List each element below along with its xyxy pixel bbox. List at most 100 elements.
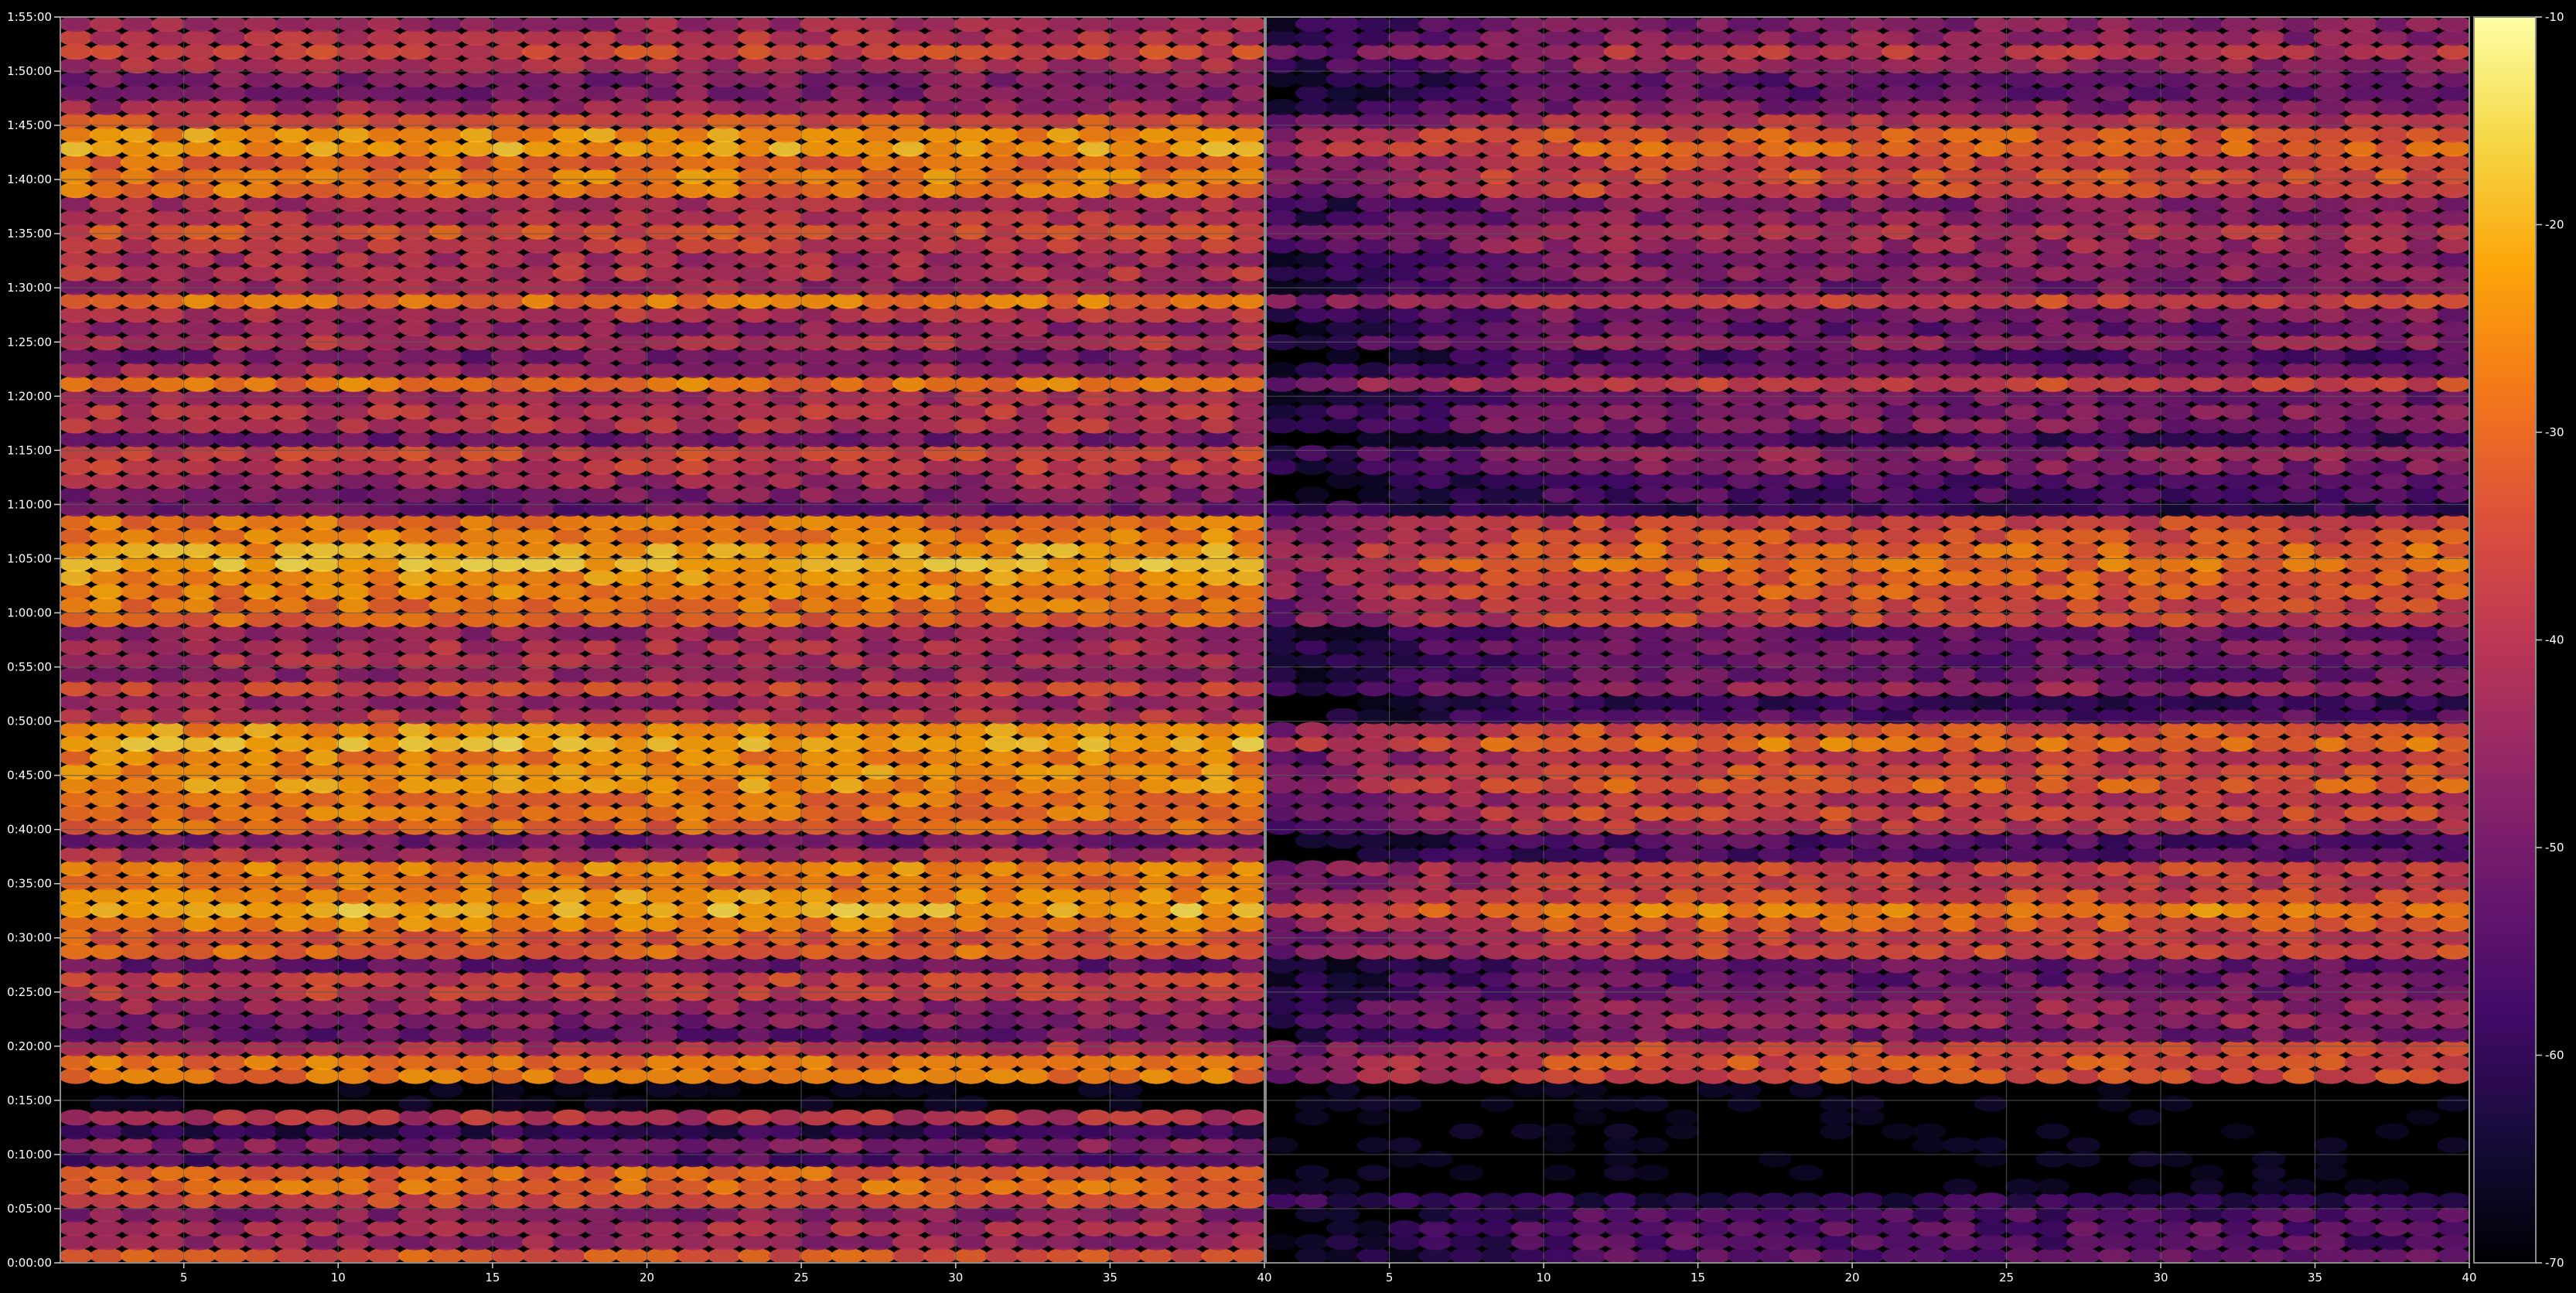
heatmap-cell	[1108, 376, 1143, 392]
heatmap-cell	[2344, 971, 2379, 988]
heatmap-cell	[954, 846, 988, 863]
heatmap-cell	[1139, 777, 1174, 793]
heatmap-cell	[336, 804, 371, 821]
heatmap-cell	[1758, 888, 1793, 905]
heatmap-cell	[182, 292, 217, 309]
heatmap-cell	[1015, 611, 1050, 628]
heatmap-cell	[151, 431, 186, 448]
heatmap-cell	[1356, 666, 1391, 683]
heatmap-cell	[862, 1123, 896, 1140]
heatmap-cell	[2344, 916, 2379, 932]
heatmap-cell	[521, 154, 556, 171]
heatmap-cell	[1356, 1247, 1391, 1263]
heatmap-cell	[305, 527, 340, 544]
heatmap-cell	[460, 1054, 494, 1070]
heatmap-cell	[367, 140, 402, 157]
heatmap-cell	[1387, 1233, 1422, 1250]
heatmap-cell	[954, 1012, 988, 1029]
heatmap-cell	[769, 694, 804, 711]
heatmap-cell	[1046, 112, 1081, 129]
heatmap-cell	[1480, 749, 1515, 766]
heatmap-cell	[336, 611, 371, 628]
heatmap-cell	[984, 874, 1019, 891]
heatmap-cell	[2251, 888, 2286, 905]
heatmap-cell	[182, 251, 217, 268]
heatmap-cell	[676, 237, 711, 254]
heatmap-cell	[336, 140, 371, 157]
heatmap-cell	[1139, 445, 1174, 462]
heatmap-cell	[923, 694, 957, 711]
heatmap-cell	[120, 98, 155, 115]
heatmap-cell	[1511, 846, 1546, 863]
heatmap-cell	[460, 998, 494, 1015]
heatmap-cell	[1974, 874, 2008, 891]
heatmap-cell	[1108, 846, 1143, 863]
heatmap-cell	[1511, 722, 1546, 739]
heatmap-cell	[2189, 1165, 2224, 1182]
heatmap-cell	[2035, 666, 2070, 683]
heatmap-cell	[769, 1137, 804, 1154]
heatmap-cell	[984, 376, 1019, 392]
heatmap-cell	[892, 1151, 926, 1168]
heatmap-cell	[1077, 112, 1112, 129]
heatmap-cell	[1139, 569, 1174, 586]
heatmap-cell	[769, 223, 804, 240]
heatmap-cell	[862, 971, 896, 988]
heatmap-cell	[367, 527, 402, 544]
heatmap-cell	[954, 85, 988, 101]
heatmap-cell	[1665, 680, 1700, 697]
heatmap-cell	[984, 1220, 1019, 1237]
heatmap-cell	[769, 168, 804, 185]
heatmap-cell	[429, 182, 463, 199]
heatmap-cell	[1480, 1040, 1515, 1056]
heatmap-cell	[1232, 348, 1264, 364]
heatmap-cell	[151, 182, 186, 199]
heatmap-cell	[2375, 694, 2410, 711]
heatmap-cell	[305, 680, 340, 697]
heatmap-cell	[275, 832, 309, 849]
heatmap-cell	[583, 763, 618, 780]
heatmap-cell	[460, 818, 494, 835]
heatmap-cell	[1943, 1012, 1977, 1029]
heatmap-cell	[1974, 639, 2008, 655]
heatmap-cell	[738, 445, 773, 462]
heatmap-cell	[2251, 832, 2286, 849]
heatmap-cell	[1851, 1040, 1885, 1056]
heatmap-cell	[1326, 984, 1360, 1001]
heatmap-cell	[336, 1151, 371, 1168]
heatmap-cell	[1046, 251, 1081, 268]
heatmap-cell	[182, 362, 217, 378]
heatmap-cell	[1201, 320, 1236, 337]
heatmap-cell	[862, 943, 896, 960]
heatmap-cell	[1139, 196, 1174, 213]
heatmap-cell	[1665, 846, 1700, 863]
heatmap-cell	[800, 653, 834, 669]
heatmap-cell	[1665, 1012, 1700, 1029]
heatmap-cell	[213, 1151, 247, 1168]
heatmap-cell	[336, 486, 371, 503]
heatmap-cell	[398, 998, 433, 1015]
heatmap-cell	[583, 527, 618, 544]
heatmap-cell	[1077, 1040, 1112, 1056]
heatmap-cell	[1015, 583, 1050, 600]
heatmap-cell	[2189, 1040, 2224, 1056]
heatmap-cell	[769, 639, 804, 655]
heatmap-cell	[1108, 210, 1143, 226]
heatmap-cell	[398, 597, 433, 614]
heatmap-cell	[120, 916, 155, 932]
heatmap-cell	[2128, 916, 2163, 932]
heatmap-cell	[275, 1247, 309, 1263]
heatmap-cell	[614, 943, 649, 960]
heatmap-cell	[738, 196, 773, 213]
heatmap-cell	[831, 140, 865, 157]
heatmap-cell	[1232, 445, 1264, 462]
heatmap-cell	[2344, 694, 2379, 711]
heatmap-cell	[2128, 749, 2163, 766]
heatmap-cell	[738, 1026, 773, 1043]
heatmap-cell	[2159, 1067, 2193, 1084]
heatmap-cell	[89, 694, 124, 711]
heatmap-cell	[583, 888, 618, 905]
heatmap-cell	[1912, 998, 1947, 1015]
heatmap-cell	[2313, 1247, 2348, 1263]
heatmap-cell	[1572, 1012, 1607, 1029]
